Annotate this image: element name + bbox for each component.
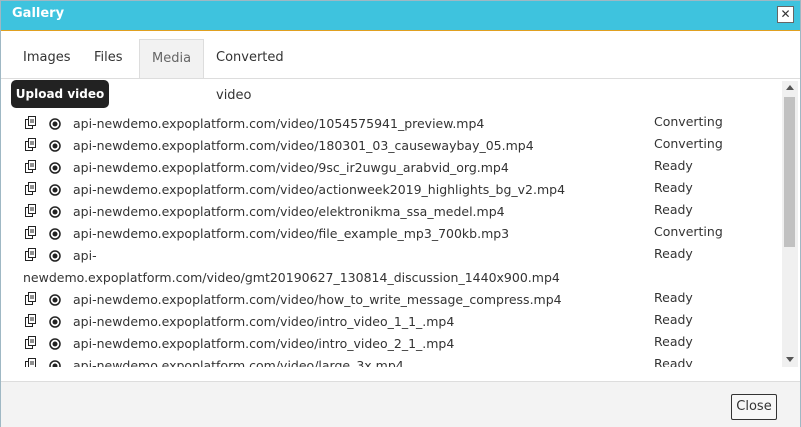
upload-video-button[interactable]: Upload video (11, 80, 109, 108)
copy-icon[interactable] (25, 226, 37, 239)
list-item: api-newdemo.expoplatform.com/video/how_t… (19, 289, 776, 311)
list-item: api-newdemo.expoplatform.com/video/gmt20… (19, 245, 776, 289)
status-badge: Ready (654, 356, 693, 367)
record-icon[interactable] (49, 206, 61, 218)
status-badge: Ready (654, 246, 693, 261)
list-item: api-newdemo.expoplatform.com/video/file_… (19, 223, 776, 245)
tab-files[interactable]: Files (82, 39, 135, 77)
gallery-dialog: Gallery ✕ Images Files Media Converted v… (0, 0, 801, 427)
file-name[interactable]: api- (73, 248, 97, 263)
close-button[interactable]: Close (731, 394, 777, 420)
tab-converted-video[interactable]: Converted video (204, 39, 296, 103)
dialog-title: Gallery (12, 6, 65, 21)
close-icon[interactable]: ✕ (777, 6, 794, 23)
status-badge: Converting (654, 136, 723, 151)
status-badge: Converting (654, 224, 723, 239)
copy-icon[interactable] (25, 248, 37, 261)
list-item: api-newdemo.expoplatform.com/video/large… (19, 355, 776, 367)
status-badge: Ready (654, 158, 693, 173)
tab-divider (1, 78, 800, 79)
copy-icon[interactable] (25, 358, 37, 367)
file-name[interactable]: api-newdemo.expoplatform.com/video/9sc_i… (73, 160, 509, 175)
list-item: api-newdemo.expoplatform.com/video/18030… (19, 135, 776, 157)
copy-icon[interactable] (25, 292, 37, 305)
record-icon[interactable] (49, 228, 61, 240)
copy-icon[interactable] (25, 314, 37, 327)
tab-media[interactable]: Media (139, 39, 205, 78)
copy-icon[interactable] (25, 160, 37, 173)
record-icon[interactable] (49, 118, 61, 130)
status-badge: Ready (654, 312, 693, 327)
list-item: api-newdemo.expoplatform.com/video/intro… (19, 311, 776, 333)
copy-icon[interactable] (25, 182, 37, 195)
status-badge: Ready (654, 290, 693, 305)
tab-images[interactable]: Images (11, 39, 83, 77)
list-item: api-newdemo.expoplatform.com/video/actio… (19, 179, 776, 201)
dialog-footer: Close (1, 381, 800, 427)
scroll-down-arrow-icon[interactable] (786, 357, 794, 362)
file-name[interactable]: api-newdemo.expoplatform.com/video/how_t… (73, 292, 562, 307)
file-name[interactable]: api-newdemo.expoplatform.com/video/18030… (73, 138, 534, 153)
file-name[interactable]: api-newdemo.expoplatform.com/video/actio… (73, 182, 565, 197)
file-name[interactable]: api-newdemo.expoplatform.com/video/intro… (73, 314, 454, 329)
file-name-continued[interactable]: newdemo.expoplatform.com/video/gmt201906… (23, 270, 560, 285)
dialog-titlebar: Gallery ✕ (1, 1, 800, 31)
record-icon[interactable] (49, 184, 61, 196)
copy-icon[interactable] (25, 204, 37, 217)
copy-icon[interactable] (25, 336, 37, 349)
list-item: api-newdemo.expoplatform.com/video/9sc_i… (19, 157, 776, 179)
list-item: api-newdemo.expoplatform.com/video/intro… (19, 333, 776, 355)
list-item: api-newdemo.expoplatform.com/video/10545… (19, 113, 776, 135)
file-name[interactable]: api-newdemo.expoplatform.com/video/10545… (73, 116, 484, 131)
status-badge: Ready (654, 180, 693, 195)
scroll-up-arrow-icon[interactable] (786, 85, 794, 90)
file-name[interactable]: api-newdemo.expoplatform.com/video/file_… (73, 226, 509, 241)
copy-icon[interactable] (25, 116, 37, 129)
record-icon[interactable] (49, 140, 61, 152)
record-icon[interactable] (49, 294, 61, 306)
record-icon[interactable] (49, 162, 61, 174)
list-item: api-newdemo.expoplatform.com/video/elekt… (19, 201, 776, 223)
file-name[interactable]: api-newdemo.expoplatform.com/video/intro… (73, 336, 454, 351)
status-badge: Ready (654, 334, 693, 349)
status-badge: Converting (654, 114, 723, 129)
scrollbar[interactable] (782, 81, 798, 367)
file-name[interactable]: api-newdemo.expoplatform.com/video/large… (73, 358, 404, 367)
record-icon[interactable] (49, 316, 61, 328)
copy-icon[interactable] (25, 138, 37, 151)
scrollbar-thumb[interactable] (784, 97, 795, 247)
record-icon[interactable] (49, 360, 61, 367)
record-icon[interactable] (49, 250, 61, 262)
file-name[interactable]: api-newdemo.expoplatform.com/video/elekt… (73, 204, 505, 219)
media-file-list: api-newdemo.expoplatform.com/video/10545… (19, 113, 776, 367)
status-badge: Ready (654, 202, 693, 217)
record-icon[interactable] (49, 338, 61, 350)
